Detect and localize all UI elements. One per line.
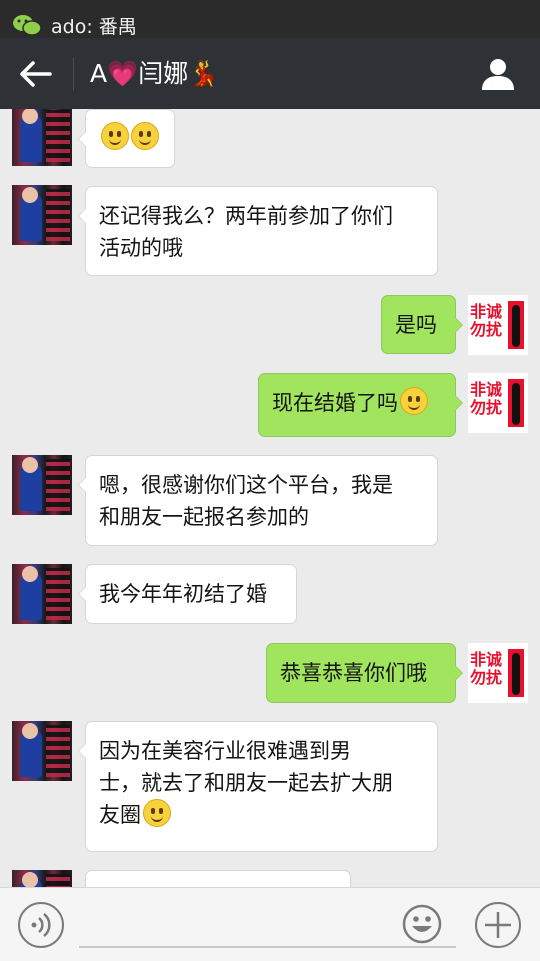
message-text-line: 嗯，很感谢你们这个平台，我是: [99, 473, 393, 497]
my-avatar[interactable]: 非诚勿扰: [468, 295, 528, 355]
avatar-logo-text: 非诚勿扰: [470, 380, 503, 417]
contact-avatar[interactable]: [12, 721, 72, 781]
status-bar: ado: 番禺: [0, 0, 540, 38]
message-bubble-sent[interactable]: 是吗: [381, 295, 463, 354]
contact-avatar[interactable]: [12, 564, 72, 624]
message-text-line: 因为在美容行业很难遇到男: [99, 739, 351, 763]
wechat-icon: [13, 15, 42, 36]
message-input-bar: [0, 887, 540, 961]
message-bubble-sent[interactable]: 现在结婚了吗: [258, 373, 463, 437]
message-bubble-received[interactable]: [85, 870, 351, 887]
message-text-line: 活动的哦: [99, 236, 183, 260]
avatar-logo-text: 非诚勿扰: [470, 650, 503, 687]
message-text-line: 和朋友一起报名参加的: [99, 505, 309, 529]
notification-text: ado: 番禺: [51, 16, 137, 38]
message-text-line: 还记得我么？两年前参加了你们: [99, 204, 393, 228]
message-text-line: 友圈: [99, 799, 424, 831]
plus-icon[interactable]: [474, 901, 522, 949]
message-text: 现在结婚了吗: [272, 391, 398, 415]
smile-emoji: [101, 122, 129, 150]
smiley-icon[interactable]: [402, 904, 442, 944]
smile-emoji: [400, 387, 428, 415]
message-bubble-received[interactable]: 嗯，很感谢你们这个平台，我是 和朋友一起报名参加的: [78, 455, 438, 546]
voice-icon[interactable]: [17, 901, 65, 949]
contact-avatar[interactable]: [12, 109, 72, 166]
message-bubble-received[interactable]: [78, 109, 175, 168]
message-text-line: 士，就去了和朋友一起去扩大朋: [99, 771, 393, 795]
message-text: 恭喜恭喜你们哦: [280, 661, 427, 685]
message-text: 友圈: [99, 803, 141, 827]
chat-message-list[interactable]: 还记得我么？两年前参加了你们 活动的哦 是吗 非诚勿扰 现在结婚了吗 非诚勿扰 …: [0, 109, 540, 887]
back-arrow-icon[interactable]: [16, 58, 56, 90]
person-icon[interactable]: [480, 57, 516, 91]
chat-title: A💗闫娜💃: [90, 59, 220, 88]
header-divider: [73, 58, 74, 91]
contact-avatar[interactable]: [12, 870, 72, 887]
message-text: 是吗: [395, 313, 437, 337]
my-avatar[interactable]: 非诚勿扰: [468, 373, 528, 433]
my-avatar[interactable]: 非诚勿扰: [468, 643, 528, 703]
avatar-logo-text: 非诚勿扰: [470, 302, 503, 339]
chat-header: A💗闫娜💃: [0, 38, 540, 109]
message-bubble-received[interactable]: 我今年年初结了婚: [78, 564, 297, 624]
message-text: 我今年年初结了婚: [99, 582, 267, 606]
smile-emoji: [143, 799, 171, 827]
contact-avatar[interactable]: [12, 185, 72, 245]
message-bubble-received[interactable]: 还记得我么？两年前参加了你们 活动的哦: [78, 186, 438, 276]
contact-avatar[interactable]: [12, 455, 72, 515]
message-input-field[interactable]: [79, 946, 456, 948]
message-bubble-received[interactable]: 因为在美容行业很难遇到男 士，就去了和朋友一起去扩大朋 友圈: [78, 721, 438, 852]
message-bubble-sent[interactable]: 恭喜恭喜你们哦: [266, 643, 463, 703]
smile-emoji: [131, 122, 159, 150]
